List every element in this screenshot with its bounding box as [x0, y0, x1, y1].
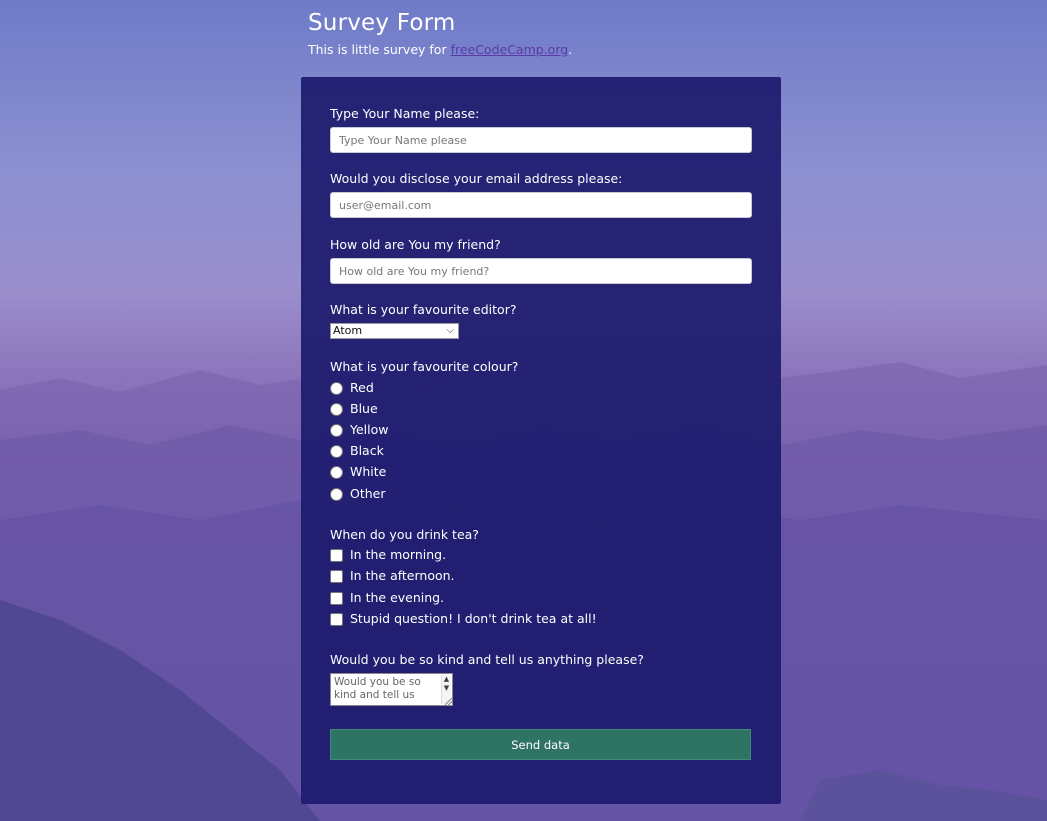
email-label: Would you disclose your email address pl… — [330, 171, 623, 186]
name-label: Type Your Name please: — [330, 106, 480, 121]
page-header: Survey Form This is little survey for fr… — [308, 8, 572, 58]
age-input[interactable] — [330, 258, 752, 284]
checkbox[interactable] — [330, 591, 343, 605]
email-input[interactable] — [330, 192, 752, 218]
subtitle-text: This is little survey for — [308, 42, 451, 57]
radio-label: Blue — [350, 401, 378, 416]
survey-form: Type Your Name please: Would you disclos… — [301, 77, 781, 804]
age-label: How old are You my friend? — [330, 237, 501, 252]
page-subtitle: This is little survey for freeCodeCamp.o… — [308, 42, 572, 58]
radio-option-black[interactable]: Black — [330, 442, 384, 460]
checkbox-label: In the afternoon. — [350, 568, 455, 583]
radio-label: White — [350, 464, 387, 479]
comment-textarea[interactable]: Would you be so kind and tell us ▲ ▼ — [330, 673, 453, 706]
checkbox[interactable] — [330, 569, 343, 583]
editor-label: What is your favourite editor? — [330, 302, 517, 317]
checkbox-label: Stupid question! I don't drink tea at al… — [350, 611, 597, 626]
radio-label: Black — [350, 443, 384, 458]
checkbox-option-afternoon[interactable]: In the afternoon. — [330, 567, 455, 585]
checkbox-option-evening[interactable]: In the evening. — [330, 589, 444, 607]
editor-select[interactable]: Atom ⌵ — [330, 323, 459, 339]
radio-label: Yellow — [350, 422, 389, 437]
radio-button[interactable] — [330, 381, 343, 395]
radio-button[interactable] — [330, 465, 343, 479]
editor-selected-value: Atom — [333, 324, 363, 337]
radio-button[interactable] — [330, 487, 343, 501]
checkbox-label: In the evening. — [350, 590, 445, 605]
radio-option-red[interactable]: Red — [330, 379, 374, 397]
radio-option-yellow[interactable]: Yellow — [330, 421, 388, 439]
checkbox[interactable] — [330, 612, 343, 626]
comment-placeholder: Would you be so kind and tell us — [334, 676, 421, 701]
tea-label: When do you drink tea? — [330, 527, 479, 542]
checkbox-label: In the morning. — [350, 547, 447, 562]
chevron-down-icon: ⌵ — [446, 325, 454, 336]
resize-grip-icon[interactable] — [445, 698, 452, 705]
checkbox-option-never[interactable]: Stupid question! I don't drink tea at al… — [330, 610, 597, 628]
send-data-button[interactable]: Send data — [330, 729, 751, 760]
page-title: Survey Form — [308, 10, 456, 36]
checkbox[interactable] — [330, 548, 343, 562]
radio-label: Other — [350, 486, 386, 501]
radio-button[interactable] — [330, 423, 343, 437]
checkbox-option-morning[interactable]: In the morning. — [330, 546, 446, 564]
radio-label: Red — [350, 380, 374, 395]
freecodecamp-link[interactable]: freeCodeCamp.org — [451, 42, 569, 57]
radio-button[interactable] — [330, 444, 343, 458]
name-input[interactable] — [330, 127, 752, 153]
radio-option-blue[interactable]: Blue — [330, 400, 378, 418]
radio-option-other[interactable]: Other — [330, 485, 386, 503]
radio-button[interactable] — [330, 402, 343, 416]
subtitle-suffix: . — [568, 42, 573, 57]
comment-label: Would you be so kind and tell us anythin… — [330, 652, 644, 667]
colour-label: What is your favourite colour? — [330, 359, 519, 374]
radio-option-white[interactable]: White — [330, 463, 386, 481]
